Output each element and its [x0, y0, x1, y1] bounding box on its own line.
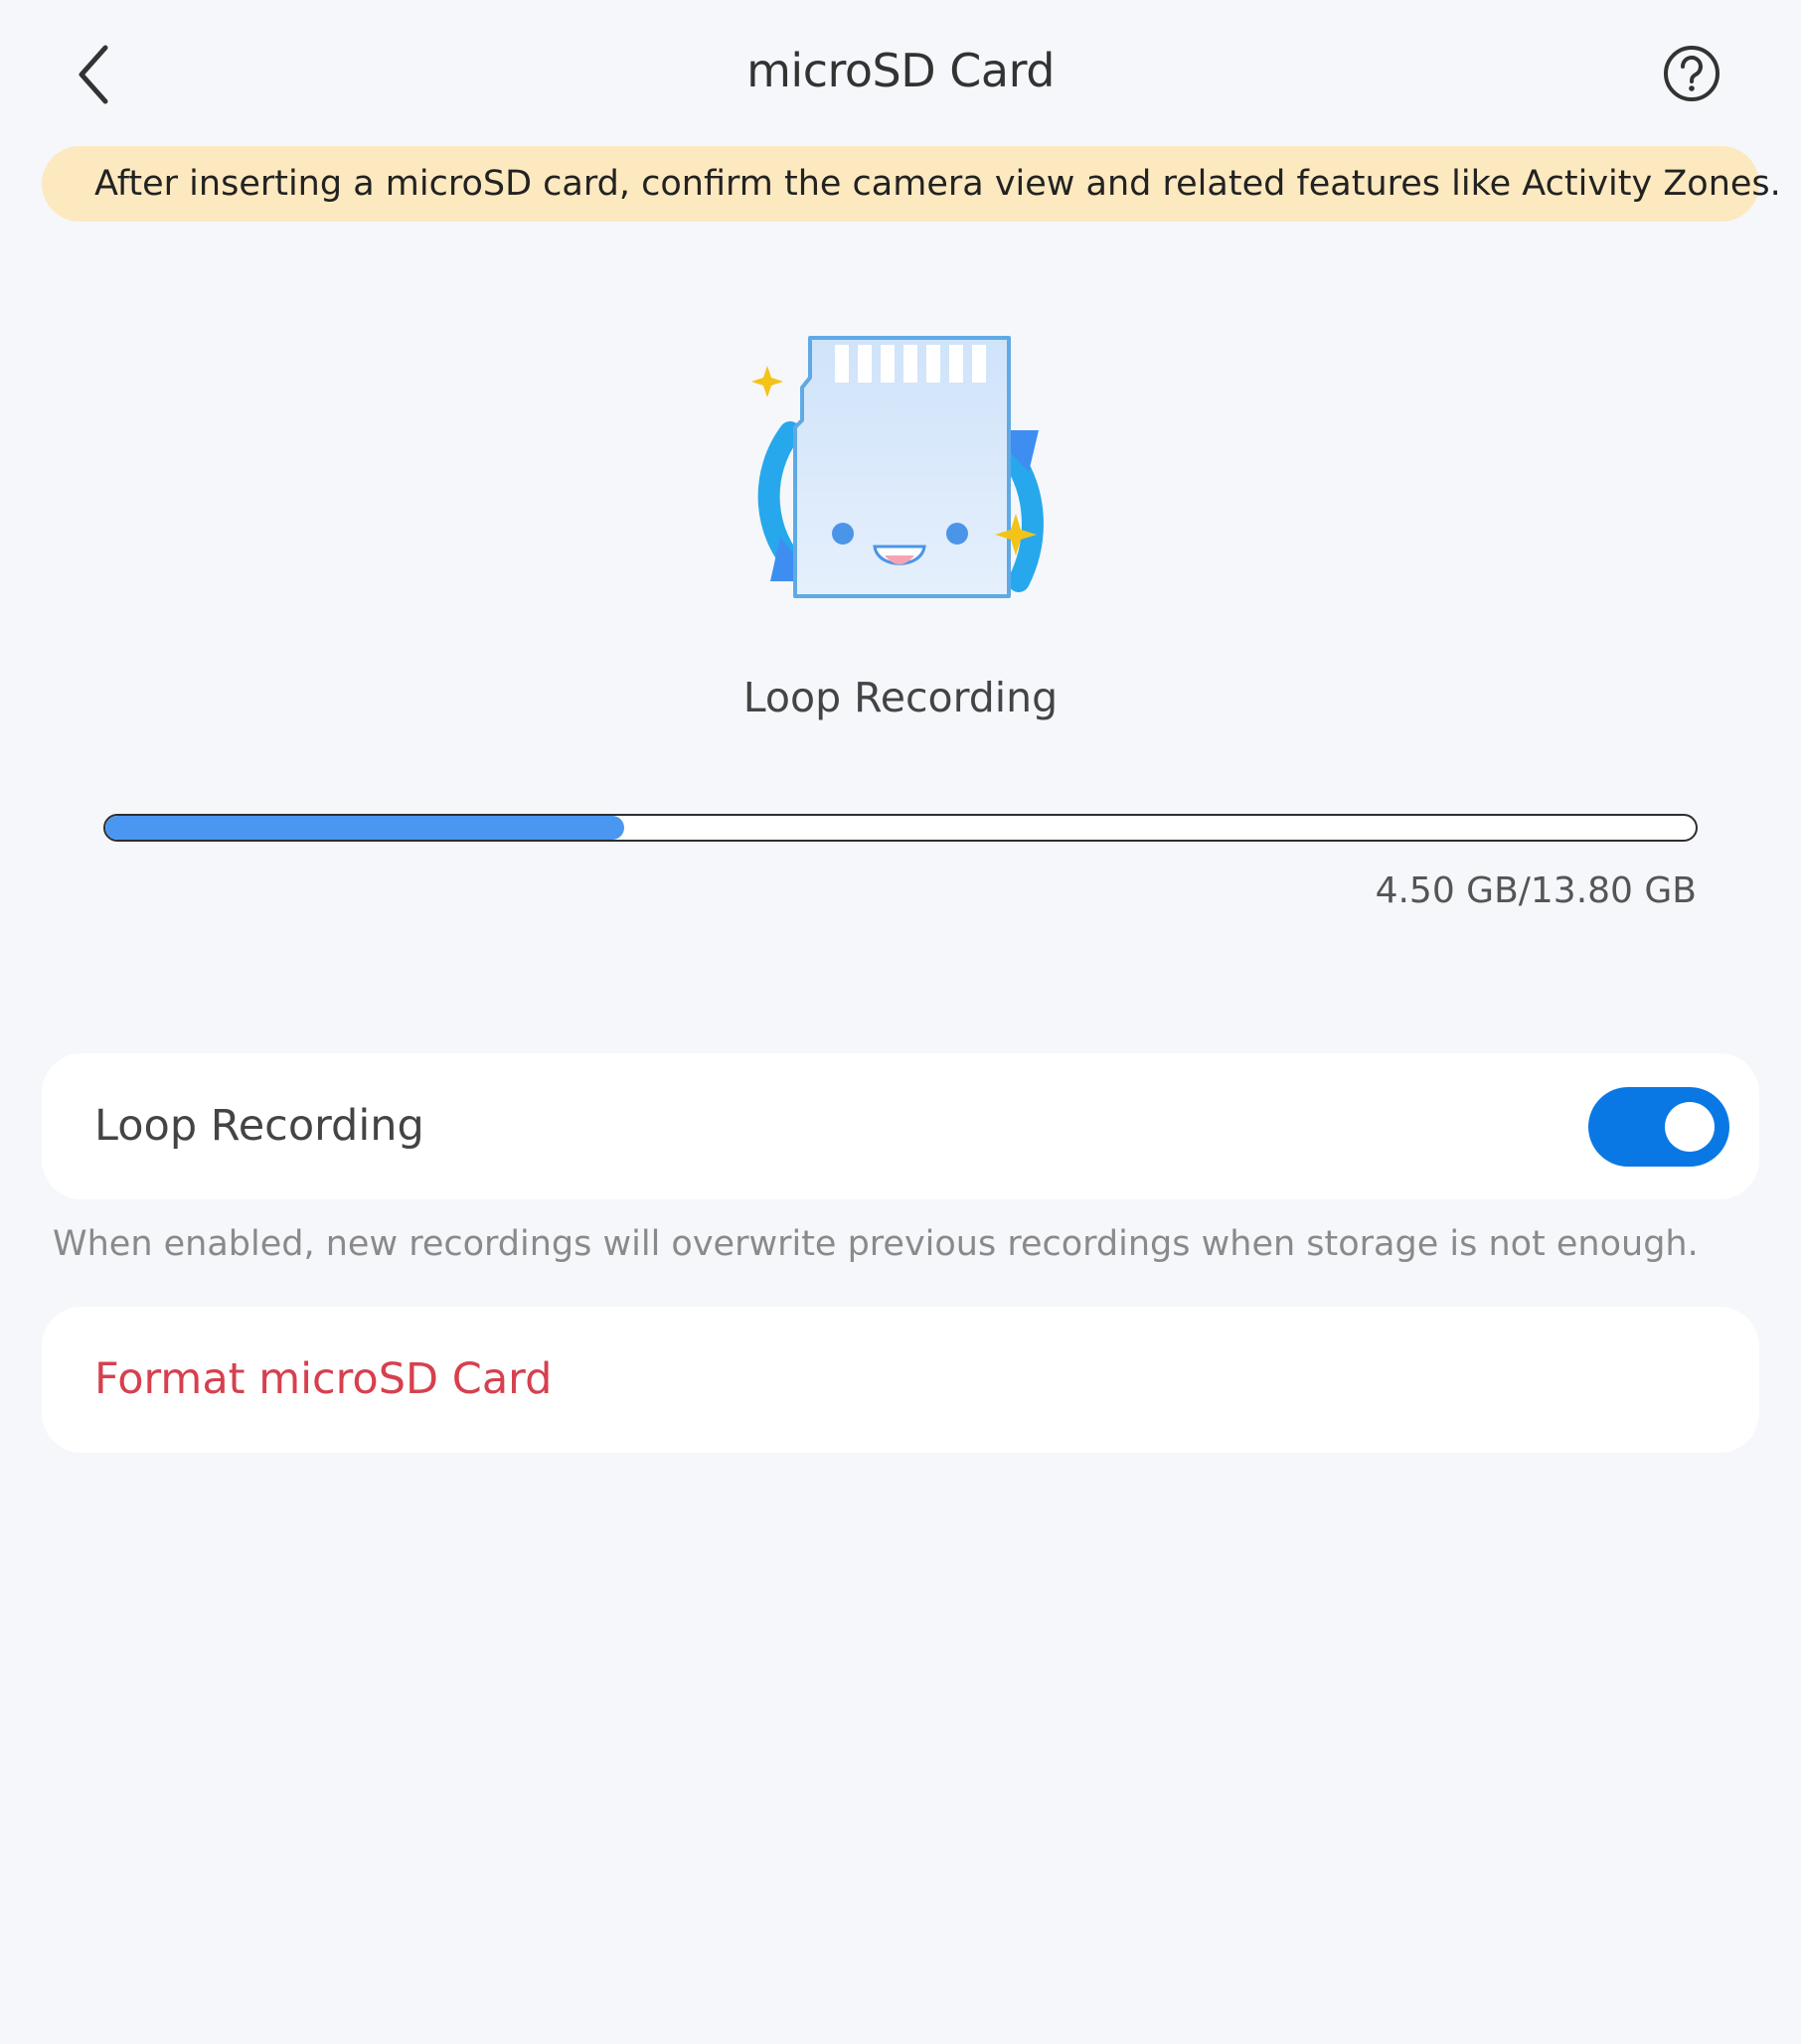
storage-progress-fill [105, 816, 624, 840]
info-banner: After inserting a microSD card, confirm … [42, 146, 1781, 222]
loop-recording-label: Loop Recording [94, 1101, 424, 1151]
loop-recording-hint: When enabled, new recordings will overwr… [53, 1224, 1699, 1264]
toggle-knob [1665, 1102, 1715, 1152]
loop-recording-toggle[interactable] [1588, 1087, 1729, 1167]
format-sd-card-button[interactable]: Format microSD Card [42, 1307, 1759, 1453]
page-title: microSD Card [746, 44, 1055, 97]
loop-recording-row: Loop Recording [42, 1053, 1759, 1199]
sd-card-image [751, 336, 1044, 598]
storage-usage-text: 4.50 GB/13.80 GB [1375, 870, 1697, 911]
sd-card-illustration [740, 333, 1059, 611]
storage-progress-bar [103, 814, 1698, 842]
top-bar: microSD Card [0, 0, 1801, 149]
question-circle-icon [1664, 46, 1719, 101]
help-button[interactable] [1663, 45, 1720, 102]
format-sd-card-label: Format microSD Card [94, 1354, 553, 1404]
storage-title: Loop Recording [742, 674, 1059, 721]
